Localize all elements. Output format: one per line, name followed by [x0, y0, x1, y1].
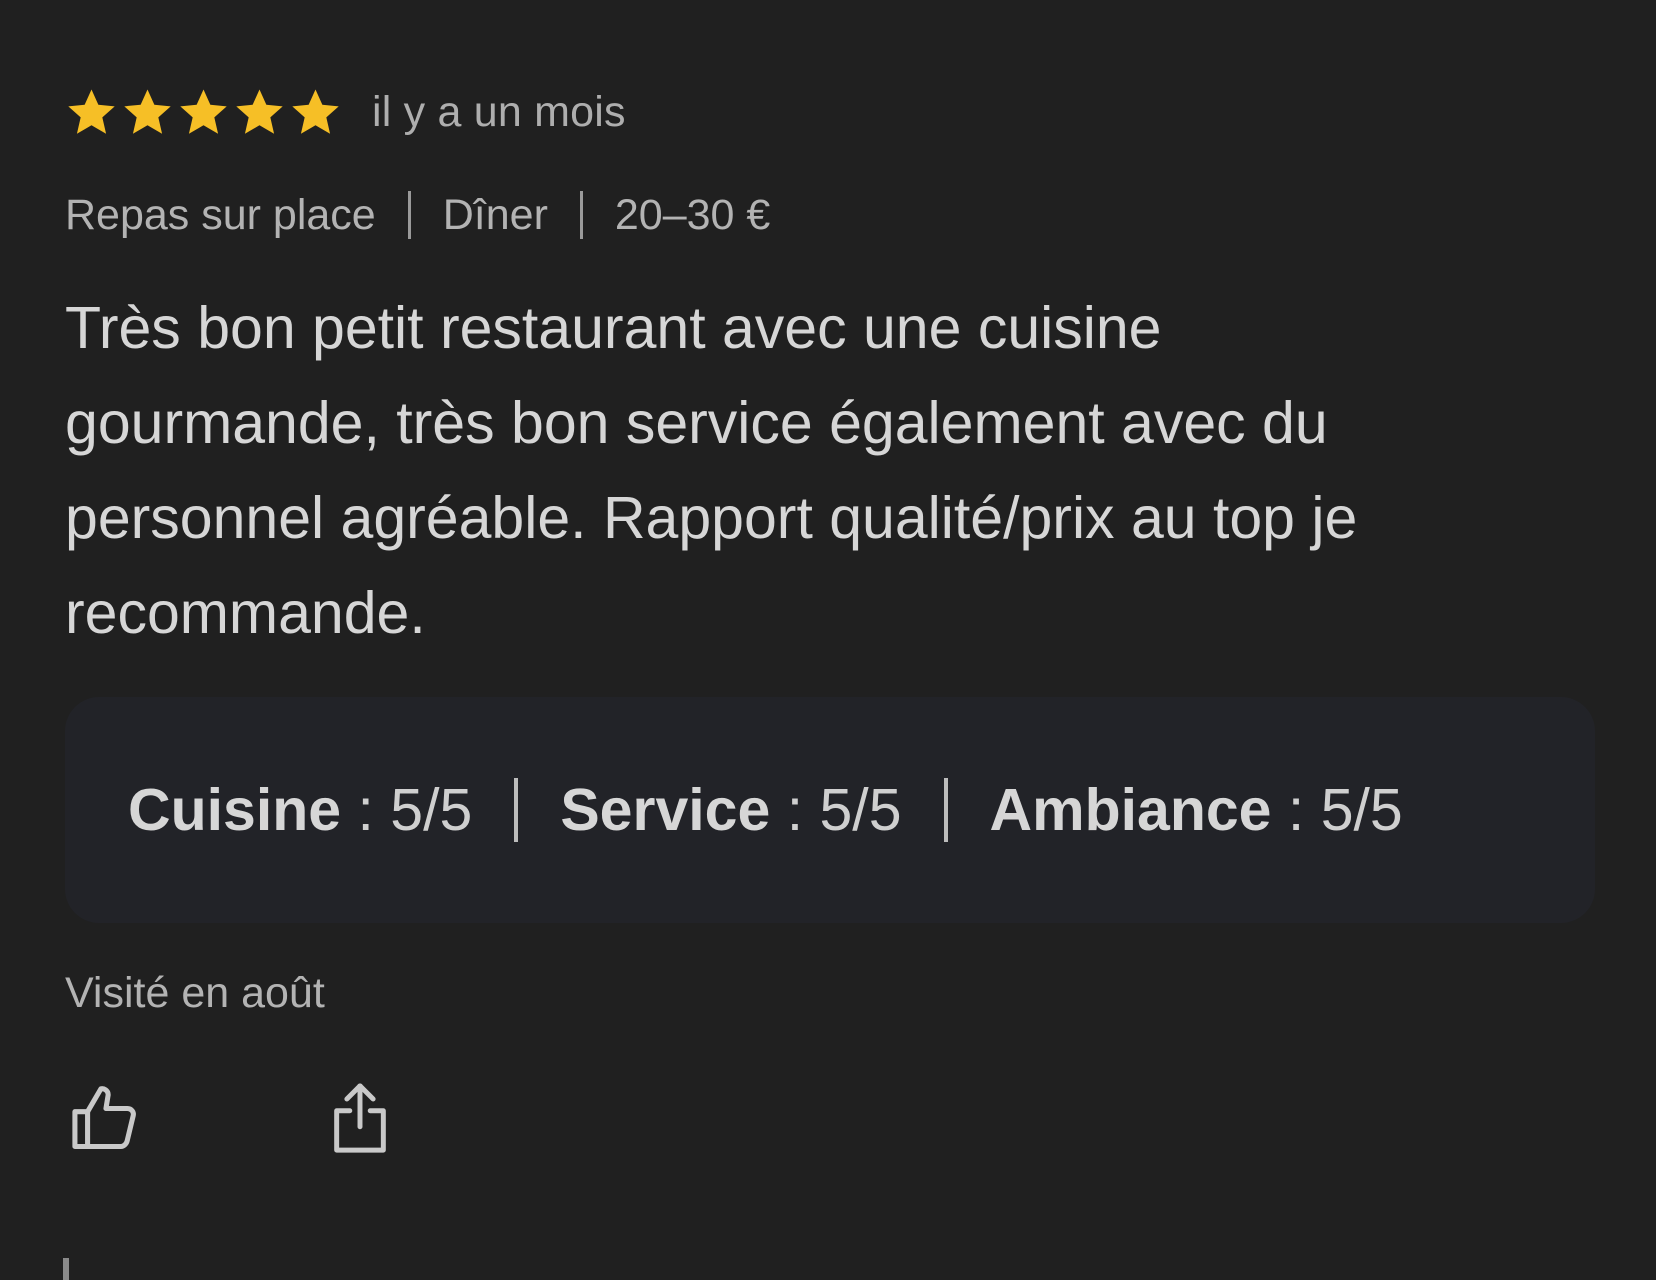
scroll-indicator: [63, 1258, 69, 1280]
meta-price-range: 20–30 €: [614, 190, 771, 239]
review-text-line: recommande.: [65, 580, 426, 646]
sub-ratings-panel: Cuisine : 5/5 Service : 5/5 Ambiance : 5…: [65, 697, 1595, 923]
sub-rating-ambiance: Ambiance : 5/5: [990, 776, 1403, 844]
sub-rating-divider: [943, 778, 948, 842]
star-icon: [68, 89, 115, 134]
star-icon: [236, 89, 283, 134]
sub-rating-value: 5/5: [390, 777, 473, 843]
meta-service-type: Repas sur place: [65, 190, 376, 239]
review-card: il y a un mois Repas sur place Dîner 20–…: [65, 80, 1595, 1158]
thumbs-up-icon: [72, 1086, 136, 1150]
star-icon: [124, 89, 171, 134]
visited-date: Visité en août: [65, 969, 325, 1017]
sub-rating-service: Service : 5/5: [560, 776, 901, 844]
meta-divider: [407, 191, 411, 239]
review-meta: Repas sur place Dîner 20–30 €: [65, 185, 1595, 245]
review-text-line: personnel agréable. Rapport qualité/prix…: [65, 485, 1358, 551]
sub-rating-value: 5/5: [819, 777, 902, 843]
review-actions: [65, 1078, 1595, 1158]
review-text-line: Très bon petit restaurant avec une cuisi…: [65, 295, 1162, 361]
star-icon: [292, 89, 339, 134]
review-text-line: gourmande, très bon service également av…: [65, 390, 1328, 456]
sub-rating-colon: :: [770, 777, 820, 843]
share-button[interactable]: [320, 1078, 400, 1158]
star-rating: [65, 86, 342, 139]
sub-rating-cuisine: Cuisine : 5/5: [128, 776, 472, 844]
review-text: Très bon petit restaurant avec une cuisi…: [65, 281, 1585, 661]
sub-rating-label: Cuisine: [128, 777, 342, 843]
star-icon: [180, 89, 227, 134]
review-relative-time: il y a un mois: [372, 88, 626, 136]
meta-meal-type: Dîner: [442, 190, 548, 239]
share-icon: [334, 1083, 386, 1153]
sub-rating-colon: :: [1271, 777, 1321, 843]
meta-divider: [579, 191, 583, 239]
rating-row: il y a un mois: [65, 80, 1595, 145]
like-button[interactable]: [65, 1078, 145, 1158]
sub-rating-colon: :: [341, 777, 391, 843]
sub-rating-label: Service: [560, 777, 771, 843]
sub-rating-divider: [514, 778, 519, 842]
sub-rating-label: Ambiance: [989, 777, 1272, 843]
sub-rating-value: 5/5: [1320, 777, 1403, 843]
